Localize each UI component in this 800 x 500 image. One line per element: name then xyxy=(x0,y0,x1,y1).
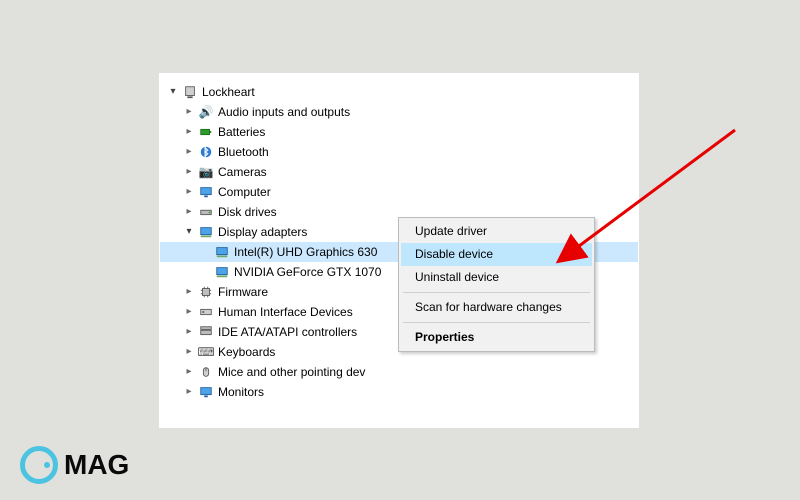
context-menu: Update driver Disable device Uninstall d… xyxy=(398,217,595,352)
speaker-icon: 🔊 xyxy=(198,104,214,120)
tree-item-label: Intel(R) UHD Graphics 630 xyxy=(234,242,377,262)
tree-item-label: Cameras xyxy=(218,162,267,182)
tree-root[interactable]: ▾ Lockheart xyxy=(160,82,638,102)
tree-item-bluetooth[interactable]: ▸ Bluetooth xyxy=(160,142,638,162)
chevron-right-icon[interactable]: ▸ xyxy=(182,185,196,199)
display-adapter-icon xyxy=(214,264,230,280)
monitor-icon xyxy=(198,384,214,400)
chevron-right-icon[interactable]: ▸ xyxy=(182,205,196,219)
menu-disable-device[interactable]: Disable device xyxy=(401,243,592,266)
chevron-right-icon[interactable]: ▸ xyxy=(182,325,196,339)
keyboard-icon: ⌨ xyxy=(198,344,214,360)
menu-separator xyxy=(403,292,590,293)
chevron-right-icon[interactable]: ▸ xyxy=(182,285,196,299)
monitor-icon xyxy=(198,184,214,200)
logo-ring-icon xyxy=(20,446,58,484)
menu-scan-hardware[interactable]: Scan for hardware changes xyxy=(401,296,592,319)
menu-uninstall-device[interactable]: Uninstall device xyxy=(401,266,592,289)
tree-item-label: Disk drives xyxy=(218,202,277,222)
tree-item-label: Computer xyxy=(218,182,271,202)
chevron-right-icon[interactable]: ▸ xyxy=(182,145,196,159)
chevron-down-icon[interactable]: ▾ xyxy=(166,85,180,99)
tree-item-audio[interactable]: ▸ 🔊 Audio inputs and outputs xyxy=(160,102,638,122)
tree-item-mice[interactable]: ▸ Mice and other pointing dev xyxy=(160,362,638,382)
tree-item-label: Display adapters xyxy=(218,222,307,242)
chevron-right-icon[interactable]: ▸ xyxy=(182,165,196,179)
disk-icon xyxy=(198,204,214,220)
logo-text: MAG xyxy=(64,449,129,481)
chevron-right-icon[interactable]: ▸ xyxy=(182,365,196,379)
mouse-icon xyxy=(198,364,214,380)
tree-item-label: Audio inputs and outputs xyxy=(218,102,350,122)
tree-item-label: Keyboards xyxy=(218,342,275,362)
menu-separator xyxy=(403,322,590,323)
chevron-right-icon[interactable]: ▸ xyxy=(182,345,196,359)
chevron-right-icon[interactable]: ▸ xyxy=(182,105,196,119)
bluetooth-icon xyxy=(198,144,214,160)
tree-item-monitors[interactable]: ▸ Monitors xyxy=(160,382,638,402)
tree-item-computer[interactable]: ▸ Computer xyxy=(160,182,638,202)
computer-icon xyxy=(182,84,198,100)
tree-item-label: Mice and other pointing dev xyxy=(218,362,365,382)
tree-root-label: Lockheart xyxy=(202,82,255,102)
brand-logo: MAG xyxy=(20,446,129,484)
menu-properties[interactable]: Properties xyxy=(401,326,592,349)
hid-icon xyxy=(198,304,214,320)
controller-icon xyxy=(198,324,214,340)
camera-icon: 📷 xyxy=(198,164,214,180)
tree-item-batteries[interactable]: ▸ Batteries xyxy=(160,122,638,142)
tree-item-label: Bluetooth xyxy=(218,142,269,162)
tree-item-label: Human Interface Devices xyxy=(218,302,353,322)
tree-item-label: Batteries xyxy=(218,122,265,142)
chevron-right-icon[interactable]: ▸ xyxy=(182,125,196,139)
tree-item-cameras[interactable]: ▸ 📷 Cameras xyxy=(160,162,638,182)
chevron-right-icon[interactable]: ▸ xyxy=(182,385,196,399)
tree-item-label: Firmware xyxy=(218,282,268,302)
chevron-down-icon[interactable]: ▾ xyxy=(182,225,196,239)
chevron-right-icon[interactable]: ▸ xyxy=(182,305,196,319)
display-adapter-icon xyxy=(198,224,214,240)
tree-item-label: IDE ATA/ATAPI controllers xyxy=(218,322,357,342)
tree-item-label: Monitors xyxy=(218,382,264,402)
battery-icon xyxy=(198,124,214,140)
display-adapter-icon xyxy=(214,244,230,260)
tree-item-label: NVIDIA GeForce GTX 1070 xyxy=(234,262,381,282)
chip-icon xyxy=(198,284,214,300)
menu-update-driver[interactable]: Update driver xyxy=(401,220,592,243)
